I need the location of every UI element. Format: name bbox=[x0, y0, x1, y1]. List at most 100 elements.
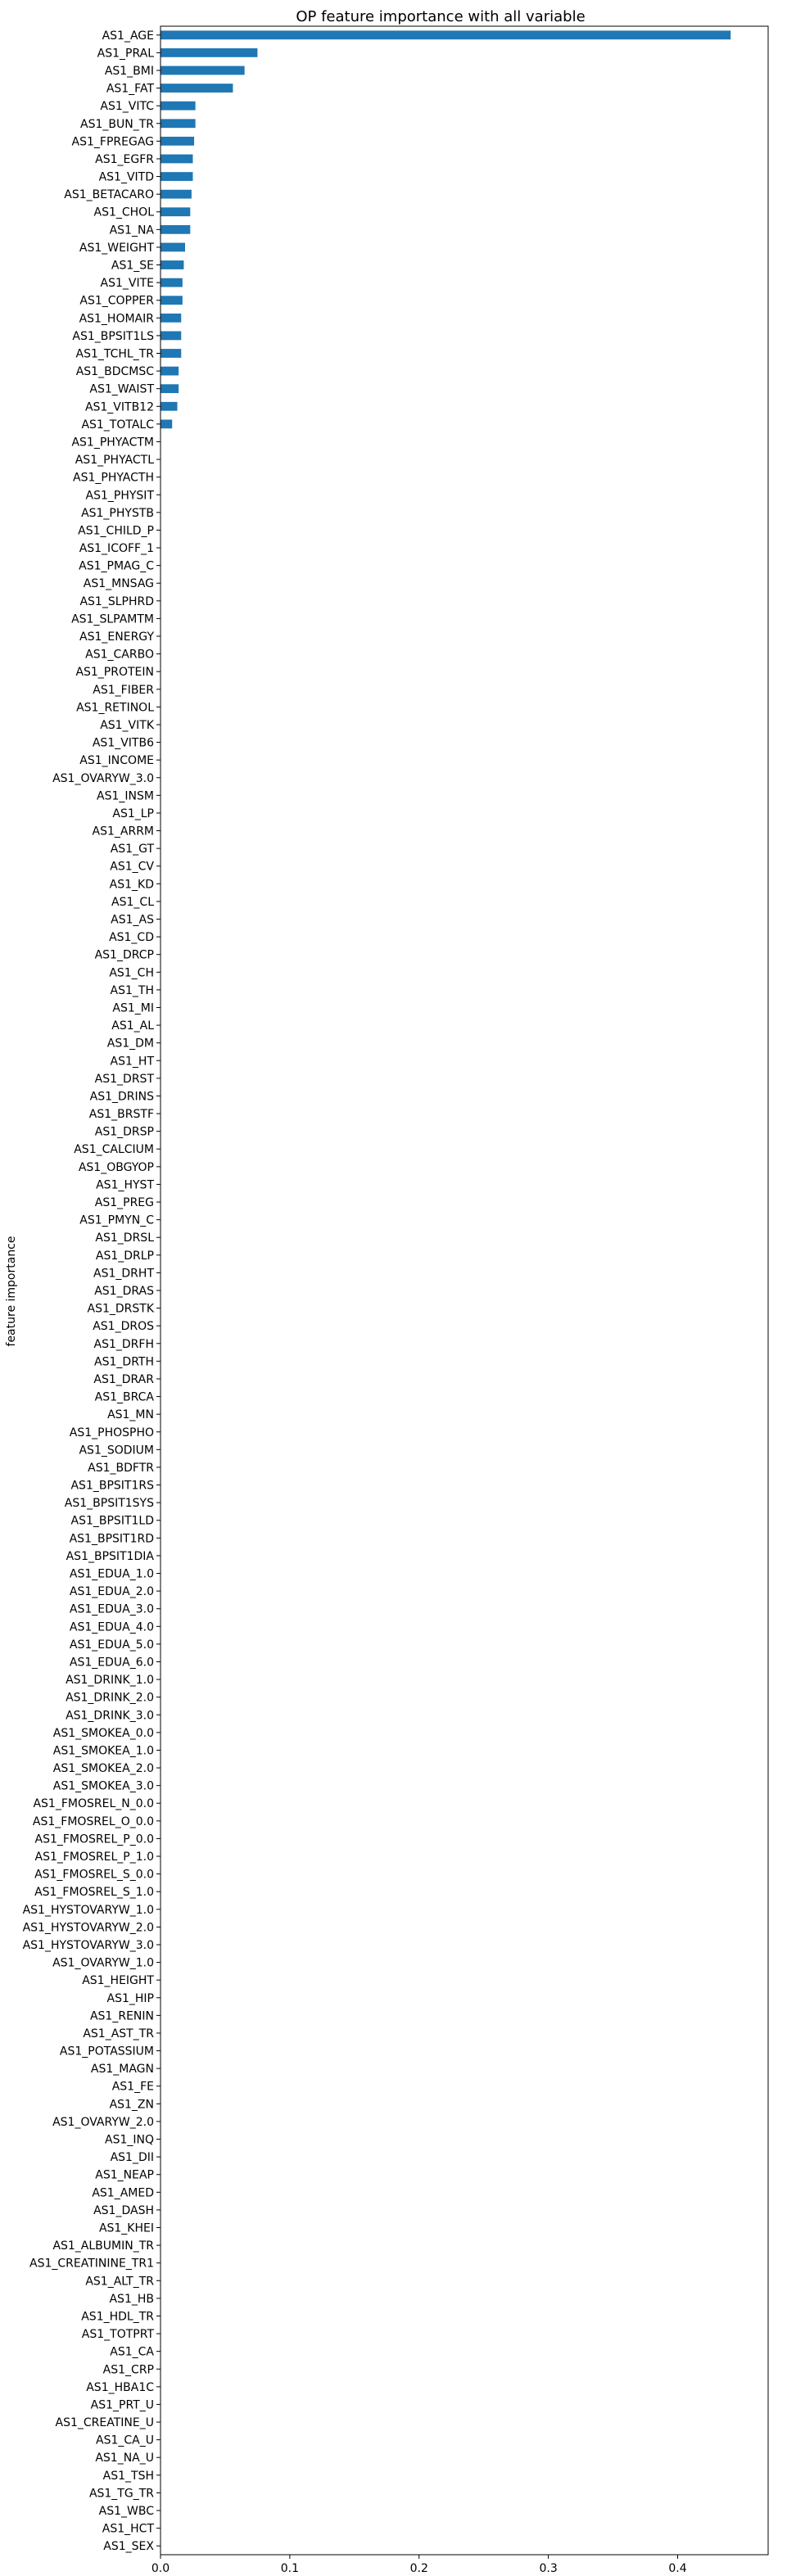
x-tick-label: 0.0 bbox=[152, 2562, 170, 2575]
y-tick-label: AS1_NA_U bbox=[95, 2452, 154, 2465]
y-tick-label: AS1_BUN_TR bbox=[80, 118, 154, 131]
y-tick-label: AS1_SEX bbox=[103, 2540, 154, 2553]
y-tick-label: AS1_SMOKEA_0.0 bbox=[53, 1727, 154, 1740]
y-tick-label: AS1_PHYACTH bbox=[73, 472, 154, 485]
y-tick-label: AS1_POTASSIUM bbox=[60, 2045, 154, 2059]
y-tick-label: AS1_RETINOL bbox=[76, 701, 154, 714]
y-tick-label: AS1_FMOSREL_P_0.0 bbox=[35, 1833, 155, 1846]
y-tick-label: AS1_HIP bbox=[107, 1992, 154, 2005]
y-tick-label: AS1_BDFTR bbox=[88, 1462, 154, 1475]
bar bbox=[161, 419, 173, 429]
y-tick-label: AS1_CH bbox=[109, 966, 154, 979]
y-tick-label: AS1_EGFR bbox=[95, 153, 154, 166]
y-tick-label: AS1_FMOSREL_S_1.0 bbox=[34, 1886, 154, 1899]
y-tick-label: AS1_DRAR bbox=[93, 1373, 154, 1386]
y-tick-label: AS1_MN bbox=[107, 1408, 154, 1421]
y-tick-label: AS1_SLPAMTM bbox=[71, 612, 154, 626]
y-tick-label: AS1_TH bbox=[111, 984, 154, 997]
y-tick-label: AS1_BETACARO bbox=[64, 188, 154, 201]
y-tick-label: AS1_CD bbox=[109, 931, 154, 944]
y-tick-label: AS1_VITE bbox=[101, 277, 154, 290]
y-tick-label: AS1_PMYN_C bbox=[79, 1214, 154, 1227]
y-tick-label: AS1_HYSTOVARYW_1.0 bbox=[23, 1904, 154, 1917]
y-tick-label: AS1_TG_TR bbox=[89, 2487, 154, 2500]
y-tick-label: AS1_KHEI bbox=[99, 2222, 154, 2235]
y-tick-label: AS1_AL bbox=[111, 1019, 154, 1033]
x-tick-label: 0.4 bbox=[668, 2562, 686, 2575]
y-tick-label: AS1_MI bbox=[112, 1001, 154, 1015]
y-tick-label: AS1_SMOKEA_1.0 bbox=[53, 1744, 154, 1757]
y-tick-label: AS1_SODIUM bbox=[79, 1444, 154, 1457]
y-axis-label: feature importance bbox=[5, 1236, 18, 1347]
y-tick-label: AS1_DROS bbox=[93, 1320, 154, 1333]
y-tick-label: AS1_AS bbox=[111, 914, 154, 927]
bar bbox=[161, 84, 233, 93]
y-tick-label: AS1_CARBO bbox=[85, 649, 154, 662]
y-tick-label: AS1_WBC bbox=[99, 2505, 155, 2518]
bar bbox=[161, 66, 245, 75]
y-tick-label: AS1_FE bbox=[112, 2081, 154, 2094]
y-tick-label: AS1_OVARYW_3.0 bbox=[52, 772, 154, 785]
y-tick-label: AS1_PROTEIN bbox=[75, 666, 154, 679]
y-tick-label: AS1_FPREGAG bbox=[72, 135, 154, 148]
plot-frame bbox=[160, 25, 769, 2556]
y-tick-label: AS1_DRST bbox=[95, 1073, 155, 1086]
y-tick-label: AS1_EDUA_1.0 bbox=[70, 1568, 154, 1581]
y-tick-label: AS1_VITB6 bbox=[93, 737, 154, 750]
y-tick-label: AS1_BPSIT1RD bbox=[70, 1532, 154, 1545]
bar bbox=[161, 189, 192, 199]
y-tick-label: AS1_DRINK_1.0 bbox=[66, 1674, 154, 1687]
y-tick-label: AS1_HOMAIR bbox=[79, 312, 155, 325]
y-tick-label: AS1_DRAS bbox=[94, 1285, 154, 1298]
y-tick-label: AS1_CA bbox=[110, 2346, 154, 2359]
y-tick-label: AS1_EDUA_3.0 bbox=[70, 1603, 154, 1616]
y-tick-label: AS1_HBA1C bbox=[86, 2381, 154, 2394]
y-tick-label: AS1_BMI bbox=[105, 65, 154, 78]
y-tick-label: AS1_ENERGY bbox=[79, 630, 154, 644]
bar bbox=[161, 331, 182, 341]
y-tick-label: AS1_INSM bbox=[97, 789, 154, 802]
y-tick-label: AS1_INCOME bbox=[79, 754, 154, 767]
x-ticks: 0.0 0.1 0.2 0.3 0.4 bbox=[152, 2555, 687, 2575]
y-tick-label: AS1_ARRM bbox=[93, 825, 154, 838]
bar bbox=[161, 207, 191, 217]
y-tick-label: AS1_NEAP bbox=[95, 2169, 154, 2182]
bar bbox=[161, 30, 731, 40]
y-tick-label: AS1_HEIGHT bbox=[82, 1974, 154, 1987]
y-tick-label: AS1_PRAL bbox=[97, 47, 155, 60]
y-tick-labels: AS1_AGE AS1_PRAL AS1_BMI AS1_FAT AS1_VITC AS1… bbox=[23, 29, 161, 2553]
bar bbox=[161, 296, 183, 305]
y-tick-label: AS1_HT bbox=[111, 1055, 155, 1068]
bar bbox=[161, 224, 191, 234]
bar bbox=[161, 136, 195, 146]
y-tick-label: AS1_CREATININE_TR1 bbox=[29, 2257, 154, 2271]
y-tick-label: AS1_VITD bbox=[99, 171, 154, 184]
y-tick-label: AS1_FMOSREL_S_0.0 bbox=[34, 1869, 154, 1882]
y-tick-label: AS1_INQ bbox=[105, 2134, 154, 2147]
y-tick-label: AS1_TSH bbox=[103, 2470, 154, 2483]
y-tick-label: AS1_BPSIT1LD bbox=[71, 1515, 154, 1528]
y-tick-label: AS1_HCT bbox=[102, 2523, 155, 2536]
bar bbox=[161, 384, 179, 394]
y-tick-label: AS1_DRSP bbox=[95, 1126, 154, 1139]
y-tick-label: AS1_HYST bbox=[96, 1178, 154, 1191]
y-tick-label: AS1_OBGYOP bbox=[79, 1161, 154, 1174]
y-tick-label: AS1_DRSTK bbox=[88, 1303, 155, 1316]
y-tick-label: AS1_SE bbox=[111, 260, 154, 273]
y-tick-label: AS1_BRSTF bbox=[89, 1108, 154, 1121]
y-tick-label: AS1_FIBER bbox=[93, 684, 154, 697]
y-tick-label: AS1_AST_TR bbox=[83, 2027, 154, 2040]
bar bbox=[161, 313, 182, 323]
y-tick-label: AS1_MAGN bbox=[91, 2063, 154, 2076]
bar bbox=[161, 119, 196, 129]
y-tick-label: AS1_DII bbox=[111, 2151, 154, 2164]
y-tick-label: AS1_SMOKEA_2.0 bbox=[53, 1762, 154, 1775]
y-tick-label: AS1_WAIST bbox=[89, 383, 154, 396]
y-tick-label: AS1_CALCIUM bbox=[74, 1143, 154, 1156]
bar bbox=[161, 242, 185, 252]
bar bbox=[161, 366, 179, 376]
y-tick-label: AS1_DRINK_3.0 bbox=[66, 1709, 154, 1722]
y-tick-label: AS1_BPSIT1DIA bbox=[66, 1550, 155, 1563]
y-tick-label: AS1_CHILD_P bbox=[78, 524, 154, 537]
bar bbox=[161, 260, 184, 269]
